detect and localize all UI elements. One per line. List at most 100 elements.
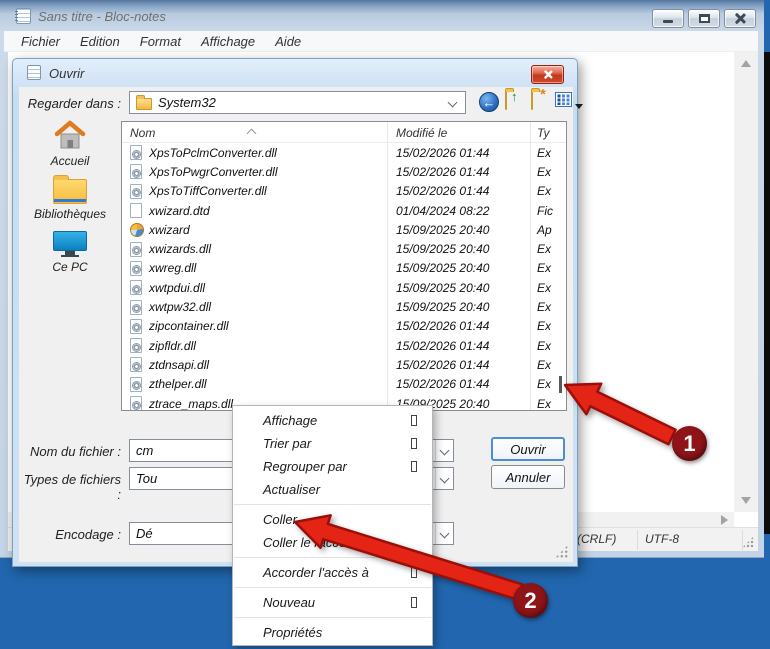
sidebar-item-libraries[interactable]: Bibliothèques (21, 179, 119, 221)
file-modified-date: 15/09/2025 20:40 (396, 281, 489, 295)
file-row[interactable]: xwizards.dll15/09/2025 20:40Ex (122, 239, 566, 258)
vertical-scrollbar[interactable] (734, 52, 758, 512)
back-button[interactable]: ← (479, 92, 499, 112)
up-one-level-button[interactable]: ↑ (505, 92, 525, 112)
close-button[interactable] (724, 9, 756, 28)
file-type: Ex (537, 146, 551, 160)
menu-item-label: Actualiser (263, 482, 320, 497)
context-menu-item[interactable]: Nouveau (233, 591, 432, 614)
file-modified-date: 15/02/2026 01:44 (396, 184, 489, 198)
file-type: Ex (537, 319, 551, 333)
file-type: Ap (537, 223, 552, 237)
file-type: Ex (537, 397, 551, 411)
libraries-folder-icon (53, 179, 87, 204)
cancel-button[interactable]: Annuler (491, 465, 565, 489)
context-menu-item[interactable]: Trier par (233, 432, 432, 455)
file-modified-date: 15/02/2026 01:44 (396, 358, 489, 372)
menubar-item-format[interactable]: Format (130, 32, 191, 51)
file-name: xwizard (149, 223, 190, 237)
menu-separator (234, 557, 431, 558)
sidebar-item-home[interactable]: Accueil (21, 119, 119, 168)
column-header-type[interactable]: Ty (537, 126, 549, 140)
dialog-close-button[interactable] (531, 65, 564, 84)
file-modified-date: 15/09/2025 20:40 (396, 300, 489, 314)
dll-file-icon (130, 396, 142, 411)
file-row[interactable]: XpsToPwgrConverter.dll15/02/2026 01:44Ex (122, 162, 566, 181)
dropdown-button[interactable] (435, 468, 453, 489)
context-menu-item[interactable]: Actualiser (233, 478, 432, 501)
menu-item-label: Coller le raccourci (263, 535, 367, 550)
scroll-right-icon[interactable] (721, 515, 728, 525)
look-in-label: Regarder dans : (23, 96, 121, 111)
home-icon (53, 119, 87, 151)
column-header-modified[interactable]: Modifié le (396, 126, 447, 140)
encoding-label: Encodage : (23, 527, 121, 542)
menubar-item-aide[interactable]: Aide (265, 32, 311, 51)
file-modified-date: 15/02/2026 01:44 (396, 319, 489, 333)
open-button[interactable]: Ouvrir (491, 437, 565, 461)
file-row[interactable]: xwreg.dll15/09/2025 20:40Ex (122, 259, 566, 278)
dropdown-button[interactable] (435, 440, 453, 461)
submenu-indicator-icon (411, 567, 417, 578)
menubar-item-edition[interactable]: Edition (70, 32, 130, 51)
context-menu-item[interactable]: Regrouper par (233, 455, 432, 478)
context-menu: AffichageTrier par Regrouper par Actualise… (232, 405, 433, 646)
file-row[interactable]: zthelper.dll 15/02/2026 01:44 Ex (122, 375, 566, 394)
dropdown-button[interactable] (435, 523, 453, 544)
file-row[interactable]: zipfldr.dll15/02/2026 01:44Ex (122, 336, 566, 355)
views-button[interactable] (555, 92, 575, 112)
minimize-button[interactable] (652, 9, 684, 28)
file-name: xwreg.dll (149, 261, 196, 275)
notepad-menubar: FichierEditionFormatAffichageAide (4, 31, 758, 52)
file-type: Ex (537, 281, 551, 295)
menubar-item-fichier[interactable]: Fichier (11, 32, 70, 51)
sidebar-item-this-pc[interactable]: Ce PC (21, 231, 119, 274)
status-separator (742, 530, 743, 550)
context-menu-item[interactable]: Coller (233, 508, 432, 531)
context-menu-item[interactable]: Accorder l'accès à (233, 561, 432, 584)
menubar-item-affichage[interactable]: Affichage (191, 32, 265, 51)
desktop: Sans titre - Bloc-notes FichierEditionFo… (0, 0, 770, 649)
scroll-up-icon[interactable] (741, 60, 751, 67)
file-name: zthelper.dll (149, 377, 207, 391)
file-name: ztdnsapi.dll (149, 358, 209, 372)
file-row[interactable]: XpsToTiffConverter.dll15/02/2026 01:44Ex (122, 182, 566, 201)
close-icon (543, 70, 553, 79)
look-in-combobox[interactable]: System32 (129, 91, 466, 114)
file-row[interactable]: xwizard.dtd01/04/2024 08:22Fic (122, 201, 566, 220)
file-row[interactable]: zipcontainer.dll15/02/2026 01:44Ex (122, 317, 566, 336)
dialog-icon (27, 65, 41, 80)
file-file-icon (130, 203, 142, 218)
file-modified-date: 15/02/2026 01:44 (396, 377, 489, 391)
list-scrollbar-thumb[interactable] (559, 376, 562, 393)
annotation-badge-1: 1 (672, 426, 707, 461)
file-type: Ex (537, 377, 551, 391)
new-folder-button[interactable]: * (531, 92, 551, 112)
file-row[interactable]: xwtpdui.dll15/09/2025 20:40Ex (122, 278, 566, 297)
maximize-button[interactable] (688, 9, 720, 28)
context-menu-item[interactable]: Affichage (233, 409, 432, 432)
context-menu-item[interactable]: Propriétés (233, 621, 432, 644)
scroll-down-icon[interactable] (741, 497, 751, 504)
file-type: Ex (537, 184, 551, 198)
file-row[interactable]: ztdnsapi.dll15/02/2026 01:44Ex (122, 355, 566, 374)
file-type-label: Types de fichiers : (23, 472, 121, 502)
chevron-down-icon (440, 474, 450, 484)
dll-file-icon (130, 242, 142, 257)
file-row[interactable]: XpsToPclmConverter.dll15/02/2026 01:44Ex (122, 143, 566, 162)
dialog-resize-grip[interactable] (555, 545, 568, 558)
column-header-name[interactable]: Nom (130, 126, 155, 140)
menu-item-label: Coller (263, 512, 297, 527)
minimize-icon (663, 20, 673, 23)
file-modified-date: 15/09/2025 20:40 (396, 242, 489, 256)
file-row[interactable]: xwtpw32.dll15/09/2025 20:40Ex (122, 297, 566, 316)
annotation-badge-2: 2 (513, 583, 548, 618)
menu-item-label: Regrouper par (263, 459, 347, 474)
dialog-title: Ouvrir (49, 66, 84, 81)
file-row[interactable]: xwizard15/09/2025 20:40Ap (122, 220, 566, 239)
resize-grip[interactable] (742, 536, 754, 548)
context-menu-item[interactable]: Coller le raccourci (233, 531, 432, 554)
file-modified-date: 15/02/2026 01:44 (396, 146, 489, 160)
file-name: ztrace_maps.dll (149, 397, 233, 411)
up-arrow-icon: ↑ (511, 89, 518, 104)
